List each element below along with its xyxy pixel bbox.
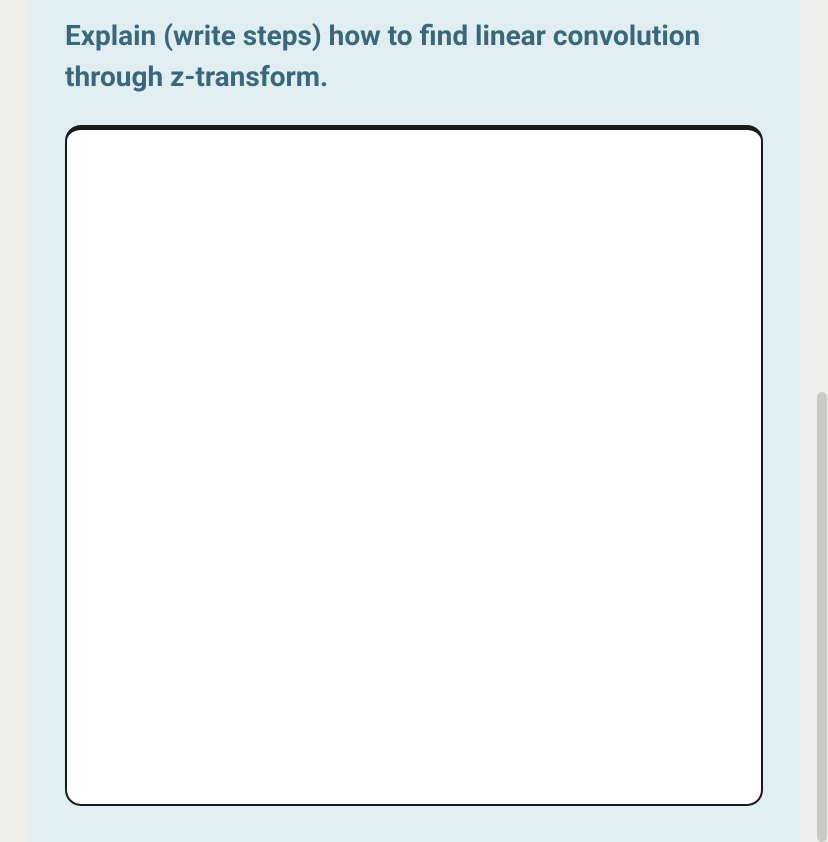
scrollbar-track[interactable] [817,0,827,842]
question-prompt: Explain (write steps) how to find linear… [65,0,763,125]
scrollbar-thumb[interactable] [817,392,827,842]
answer-input[interactable] [65,125,763,806]
page-frame: Explain (write steps) how to find linear… [0,0,828,842]
question-card: Explain (write steps) how to find linear… [29,0,799,842]
answer-box-wrapper [65,125,763,806]
page-column: Explain (write steps) how to find linear… [29,0,799,842]
